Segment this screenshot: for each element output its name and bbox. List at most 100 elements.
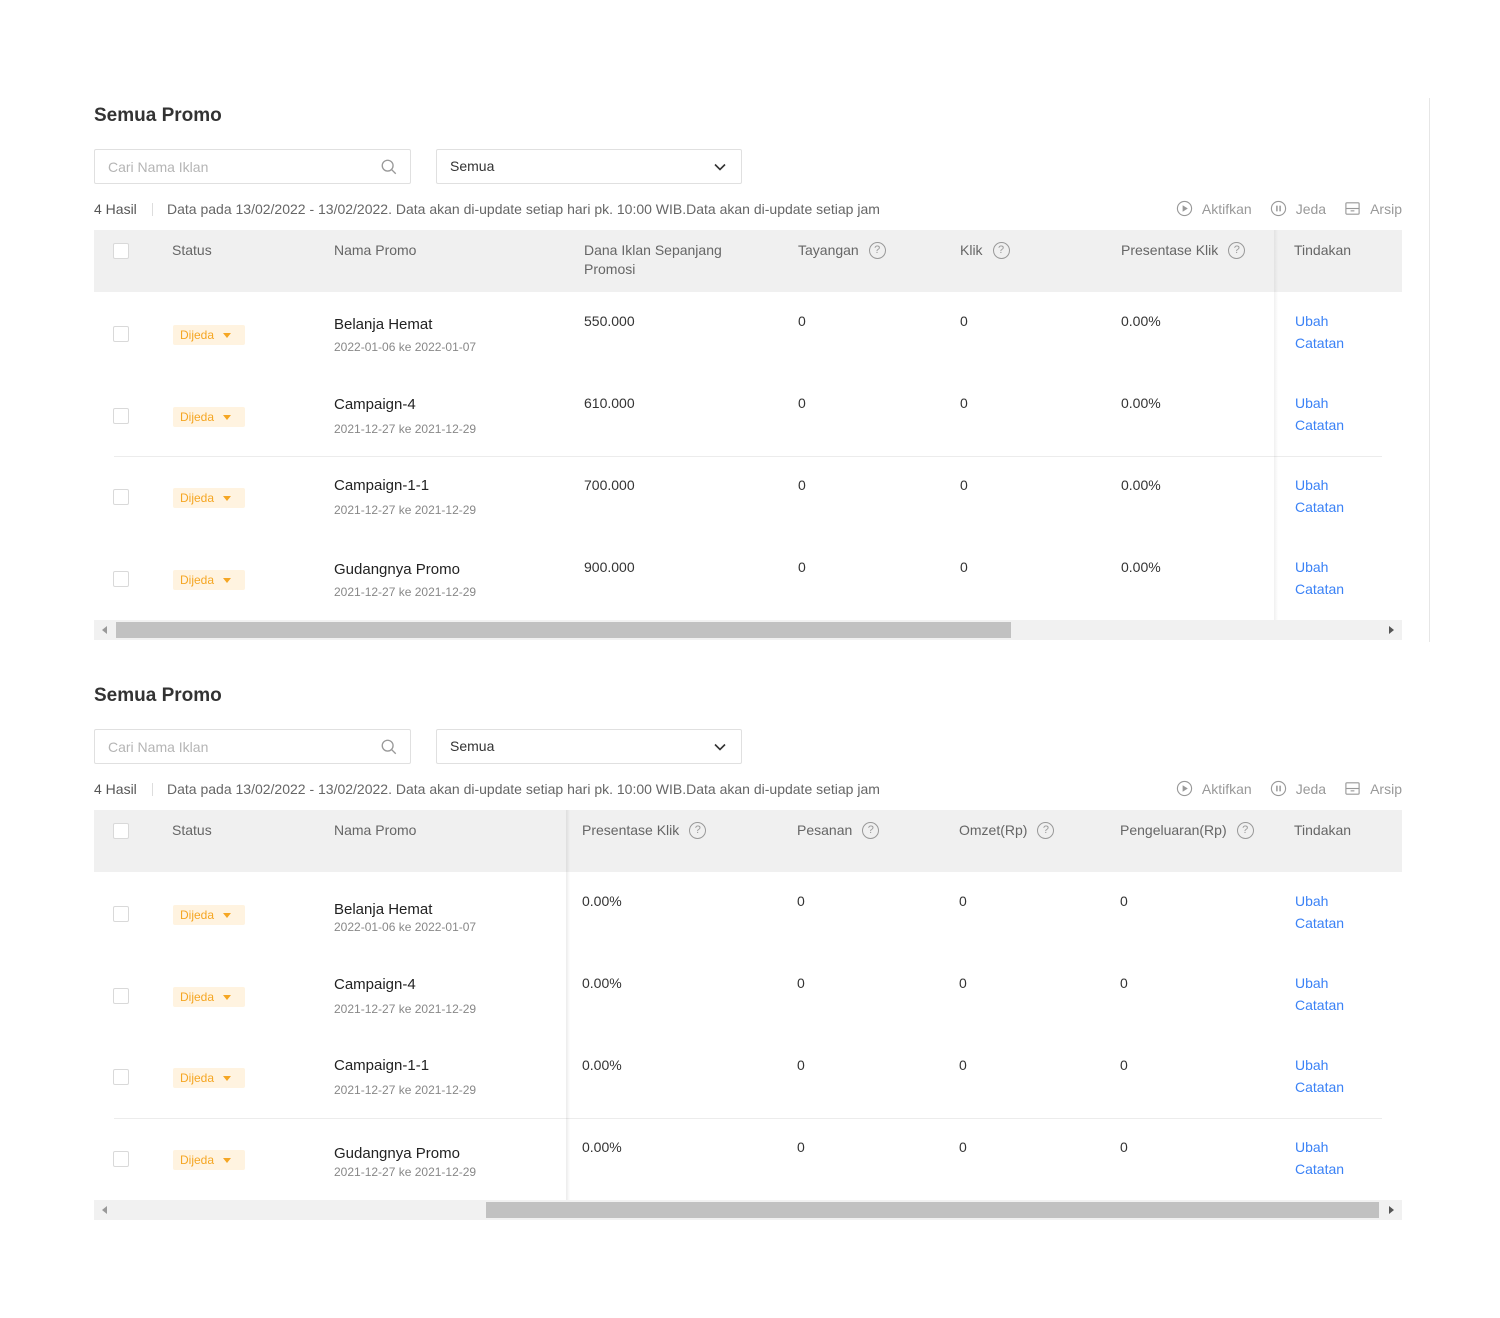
scrollbar-thumb[interactable]	[486, 1202, 1379, 1218]
horizontal-scrollbar[interactable]	[94, 1200, 1402, 1220]
activate-label: Aktifkan	[1201, 200, 1252, 217]
scroll-right-icon[interactable]	[1389, 626, 1394, 634]
search-input[interactable]	[95, 730, 365, 763]
bulk-actions: Aktifkan Jeda Arsip	[1176, 780, 1402, 797]
promo-name: Belanja Hemat	[334, 316, 433, 333]
fixed-column-shadow	[1274, 230, 1278, 620]
edit-link[interactable]: Ubah	[1295, 975, 1328, 991]
status-badge[interactable]: Dijeda	[173, 488, 245, 508]
data-info-text: Data pada 13/02/2022 - 13/02/2022. Data …	[167, 781, 880, 797]
status-select[interactable]: Semua	[436, 729, 742, 764]
row-checkbox[interactable]	[113, 906, 129, 922]
search-box	[94, 729, 411, 764]
edit-link[interactable]: Ubah	[1295, 893, 1328, 909]
budget-value: 610.000	[584, 395, 635, 411]
activate-label: Aktifkan	[1201, 780, 1252, 797]
edit-link[interactable]: Ubah	[1295, 1057, 1328, 1073]
row-checkbox[interactable]	[113, 988, 129, 1004]
notes-link[interactable]: Catatan	[1295, 1079, 1344, 1095]
notes-link[interactable]: Catatan	[1295, 997, 1344, 1013]
pause-button[interactable]: Jeda	[1270, 780, 1326, 797]
caret-down-icon	[223, 994, 232, 1000]
row-checkbox[interactable]	[113, 1069, 129, 1085]
notes-link[interactable]: Catatan	[1295, 581, 1344, 597]
scroll-left-icon[interactable]	[102, 626, 107, 634]
select-all-checkbox[interactable]	[113, 243, 129, 259]
impressions-value: 0	[798, 395, 806, 411]
row-checkbox[interactable]	[113, 1151, 129, 1167]
help-circle-icon[interactable]: ?	[689, 822, 707, 839]
notes-link[interactable]: Catatan	[1295, 499, 1344, 515]
search-icon[interactable]	[380, 158, 398, 176]
archive-label: Arsip	[1370, 200, 1402, 217]
status-badge[interactable]: Dijeda	[173, 325, 245, 345]
header-budget[interactable]: Dana Iklan Sepanjang Promosi	[584, 241, 754, 279]
page-title: Semua Promo	[94, 685, 222, 706]
pause-button[interactable]: Jeda	[1270, 200, 1326, 217]
help-circle-icon[interactable]: ?	[1228, 242, 1246, 259]
notes-link[interactable]: Catatan	[1295, 1161, 1344, 1177]
header-status[interactable]: Status	[172, 241, 212, 260]
promo-name: Campaign-1-1	[334, 1057, 430, 1074]
status-select[interactable]: Semua	[436, 149, 742, 184]
notes-link[interactable]: Catatan	[1295, 335, 1344, 351]
archive-icon	[1345, 782, 1360, 795]
activate-button[interactable]: Aktifkan	[1176, 780, 1252, 797]
caret-down-icon	[223, 332, 232, 338]
status-badge[interactable]: Dijeda	[173, 987, 245, 1007]
help-circle-icon[interactable]: ?	[992, 242, 1010, 259]
row-divider	[114, 1118, 1382, 1119]
help-circle-icon[interactable]: ?	[1236, 822, 1254, 839]
row-checkbox[interactable]	[113, 326, 129, 342]
header-spend[interactable]: Pengeluaran(Rp)?	[1120, 821, 1254, 840]
impressions-value: 0	[798, 559, 806, 575]
caret-down-icon	[223, 1157, 232, 1163]
search-input[interactable]	[95, 150, 365, 183]
status-badge[interactable]: Dijeda	[173, 570, 245, 590]
scroll-right-icon[interactable]	[1389, 1206, 1394, 1214]
status-badge[interactable]: Dijeda	[173, 1068, 245, 1088]
edit-link[interactable]: Ubah	[1295, 477, 1328, 493]
header-name[interactable]: Nama Promo	[334, 821, 416, 840]
help-circle-icon[interactable]: ?	[1037, 822, 1055, 839]
data-info-text: Data pada 13/02/2022 - 13/02/2022. Data …	[167, 201, 880, 217]
status-badge[interactable]: Dijeda	[173, 905, 245, 925]
caret-down-icon	[223, 495, 232, 501]
notes-link[interactable]: Catatan	[1295, 417, 1344, 433]
revenue-value: 0	[959, 893, 967, 909]
edit-link[interactable]: Ubah	[1295, 313, 1328, 329]
search-icon[interactable]	[380, 738, 398, 756]
row-checkbox[interactable]	[113, 408, 129, 424]
header-clicks[interactable]: Klik?	[960, 241, 1010, 260]
select-all-checkbox[interactable]	[113, 823, 129, 839]
impressions-value: 0	[798, 313, 806, 329]
archive-button[interactable]: Arsip	[1344, 780, 1402, 797]
edit-link[interactable]: Ubah	[1295, 1139, 1328, 1155]
header-revenue[interactable]: Omzet(Rp)?	[959, 821, 1055, 840]
caret-down-icon	[223, 1075, 232, 1081]
header-ctr[interactable]: Presentase Klik?	[582, 821, 707, 840]
activate-button[interactable]: Aktifkan	[1176, 200, 1252, 217]
status-select-value: Semua	[450, 738, 495, 754]
header-status[interactable]: Status	[172, 821, 212, 840]
scroll-left-icon[interactable]	[102, 1206, 107, 1214]
promo-name: Campaign-4	[334, 396, 416, 413]
header-ctr[interactable]: Presentase Klik?	[1121, 241, 1246, 260]
row-checkbox[interactable]	[113, 571, 129, 587]
notes-link[interactable]: Catatan	[1295, 915, 1344, 931]
status-badge[interactable]: Dijeda	[173, 407, 245, 427]
edit-link[interactable]: Ubah	[1295, 395, 1328, 411]
edit-link[interactable]: Ubah	[1295, 559, 1328, 575]
help-circle-icon[interactable]: ?	[868, 242, 886, 259]
archive-button[interactable]: Arsip	[1344, 200, 1402, 217]
scrollbar-thumb[interactable]	[116, 622, 1011, 638]
header-name[interactable]: Nama Promo	[334, 241, 416, 260]
row-checkbox[interactable]	[113, 489, 129, 505]
help-circle-icon[interactable]: ?	[862, 822, 880, 839]
header-impressions[interactable]: Tayangan?	[798, 241, 886, 260]
status-badge[interactable]: Dijeda	[173, 1150, 245, 1170]
promo-name: Gudangnya Promo	[334, 1145, 460, 1162]
header-orders[interactable]: Pesanan?	[797, 821, 880, 840]
horizontal-scrollbar[interactable]	[94, 620, 1402, 640]
archive-label: Arsip	[1370, 780, 1402, 797]
